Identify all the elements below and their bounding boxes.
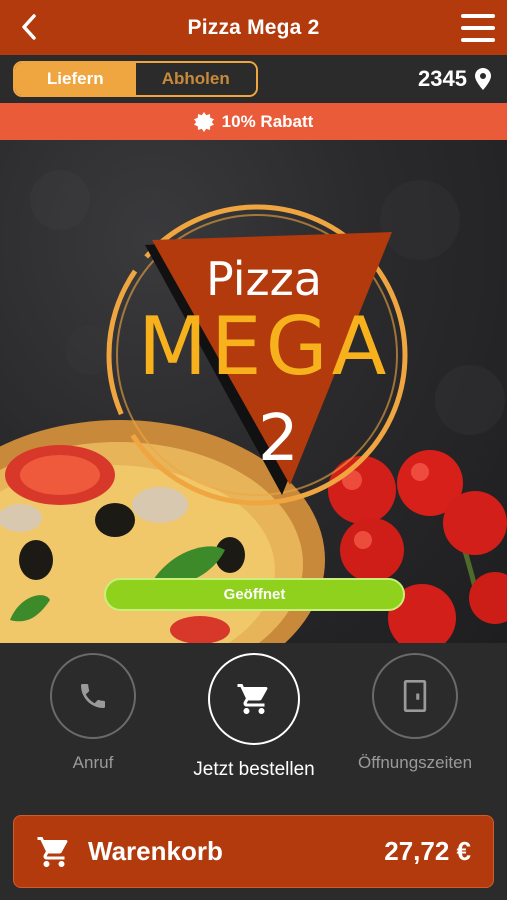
toggle-option-delivery[interactable]: Liefern — [15, 63, 136, 95]
app-header: Pizza Mega 2 — [0, 0, 507, 55]
opening-hours-button[interactable] — [372, 653, 458, 739]
postcode: 2345 — [418, 66, 467, 91]
location-selector[interactable]: 2345 — [418, 66, 491, 92]
logo-text-number: 2 — [258, 402, 299, 476]
toggle-option-pickup[interactable]: Abholen — [135, 63, 256, 95]
logo-text-mega: MEGA — [138, 300, 391, 393]
cart-total: 27,72 € — [384, 836, 471, 866]
hero-banner: Pizza MEGA 2 Geöffnet — [0, 140, 507, 643]
discount-text: 10% Rabatt — [221, 111, 314, 131]
page-title: Pizza Mega 2 — [187, 15, 320, 39]
phone-icon — [81, 684, 105, 708]
order-mode-bar: Liefern Abholen 2345 — [0, 55, 507, 103]
cart-label: Warenkorb — [88, 836, 223, 866]
door-icon — [403, 680, 427, 712]
open-status-badge: Geöffnet — [104, 578, 405, 611]
quick-actions: Anruf Jetzt bestellen Öffnungszeiten — [0, 643, 507, 811]
delivery-mode-toggle: Liefern Abholen — [13, 61, 258, 97]
discount-badge-icon — [193, 111, 214, 132]
order-now-button[interactable] — [208, 653, 300, 745]
call-label: Anruf — [72, 753, 114, 772]
back-button[interactable] — [14, 12, 44, 42]
chevron-left-icon — [22, 14, 36, 40]
logo-text-pizza: Pizza — [206, 252, 322, 306]
hamburger-menu-button[interactable] — [461, 14, 495, 42]
cart-icon — [237, 684, 268, 714]
call-action[interactable]: Anruf — [50, 653, 136, 773]
menu-line — [461, 26, 495, 30]
menu-line — [461, 14, 495, 18]
map-pin-icon — [475, 68, 491, 90]
order-now-action[interactable]: Jetzt bestellen — [193, 653, 315, 781]
call-button[interactable] — [50, 653, 136, 739]
tomatoes-image — [328, 450, 507, 643]
opening-hours-action[interactable]: Öffnungszeiten — [358, 653, 472, 773]
opening-hours-label: Öffnungszeiten — [357, 753, 473, 772]
discount-banner[interactable]: 10% Rabatt — [0, 103, 507, 140]
cart-button[interactable]: Warenkorb 27,72 € — [13, 815, 494, 888]
order-now-label: Jetzt bestellen — [193, 759, 315, 780]
cart-icon — [36, 834, 72, 870]
menu-line — [461, 38, 495, 42]
